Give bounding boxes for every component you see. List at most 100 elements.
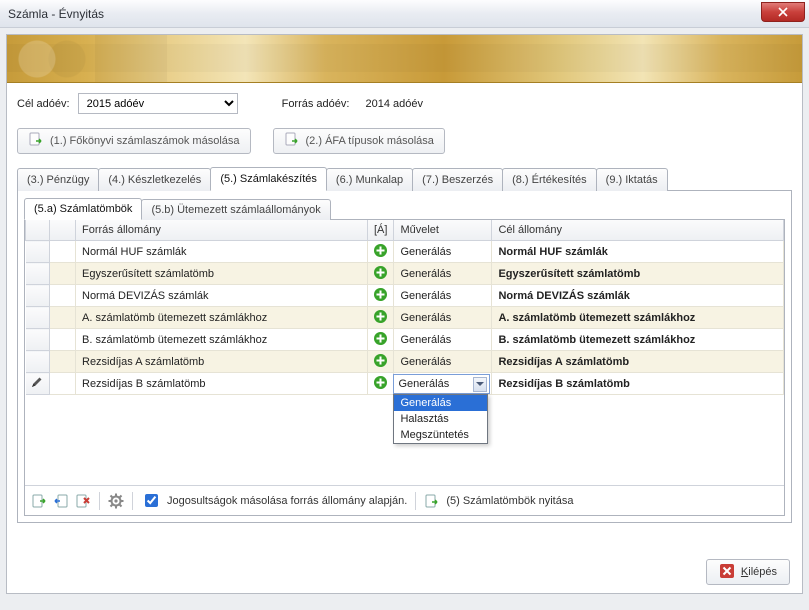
copy-gl-accounts-button[interactable]: (1.) Főkönyvi számlaszámok másolása (17, 128, 251, 154)
cell-blank (50, 307, 76, 329)
main-tabstrip: (3.) Pénzügy (4.) Készletkezelés (5.) Sz… (17, 166, 792, 191)
cell-forras[interactable]: B. számlatömb ütemezett számlákhoz (76, 329, 368, 351)
close-icon (778, 7, 788, 17)
plus-icon (373, 331, 388, 346)
forras-adoev-value: 2014 adóév (365, 98, 423, 110)
window-close-button[interactable] (761, 2, 805, 22)
dropdown-option[interactable]: Megszüntetés (394, 427, 487, 443)
tab-munkalap[interactable]: (6.) Munkalap (326, 168, 413, 191)
separator (415, 492, 416, 510)
plus-icon (373, 243, 388, 258)
row-indicator (26, 285, 50, 307)
rights-label: Jogosultságok másolása forrás állomány a… (167, 495, 407, 507)
grid-header-blank[interactable] (50, 220, 76, 241)
sub-tabstrip: (5.a) Számlatömbök (5.b) Ütemezett száml… (24, 197, 785, 220)
open-blocks-icon[interactable] (424, 493, 440, 509)
cell-blank (50, 329, 76, 351)
exit-label: Kilépés (741, 566, 777, 578)
cell-cel[interactable]: B. számlatömb ütemezett számlákhoz (492, 329, 784, 351)
cell-muvelet[interactable]: Generálás (394, 263, 492, 285)
grid-header-cel[interactable]: Cél állomány (492, 220, 784, 241)
cell-forras[interactable]: A. számlatömb ütemezett számlákhoz (76, 307, 368, 329)
table-row[interactable]: Normál HUF számlákGenerálásNormál HUF sz… (26, 241, 784, 263)
cell-blank (50, 285, 76, 307)
plus-icon (373, 265, 388, 280)
table-row[interactable]: Rezsidíjas A számlatömbGenerálásRezsidíj… (26, 351, 784, 373)
delete-icon[interactable] (75, 493, 91, 509)
copy-vat-types-label: (2.) ÁFA típusok másolása (306, 135, 434, 147)
tab-keszletkezeles[interactable]: (4.) Készletkezelés (98, 168, 211, 191)
exit-button[interactable]: Kilépés (706, 559, 790, 585)
cell-muvelet[interactable]: GenerálásGenerálásHalasztásMegszüntetés (394, 373, 492, 395)
table-row[interactable]: A. számlatömb ütemezett számlákhozGenerá… (26, 307, 784, 329)
titlebar: Számla - Évnyitás (0, 0, 809, 28)
cell-a[interactable] (368, 307, 394, 329)
row-indicator (26, 263, 50, 285)
cell-a[interactable] (368, 285, 394, 307)
table-row[interactable]: Rezsidíjas B számlatömbGenerálásGenerálá… (26, 373, 784, 395)
cel-adoev-combo[interactable]: 2015 adóév (78, 93, 238, 114)
plus-icon (373, 287, 388, 302)
separator (99, 492, 100, 510)
cell-muvelet[interactable]: Generálás (394, 285, 492, 307)
cell-forras[interactable]: Rezsidíjas B számlatömb (76, 373, 368, 395)
muvelet-dropdown-list[interactable]: GenerálásHalasztásMegszüntetés (393, 394, 488, 444)
main-tab-body: (5.a) Számlatömbök (5.b) Ütemezett száml… (17, 191, 792, 523)
copy-buttons-row: (1.) Főkönyvi számlaszámok másolása (2.)… (17, 128, 792, 154)
grid-corner (26, 220, 50, 241)
cell-a[interactable] (368, 351, 394, 373)
open-blocks-label[interactable]: (5) Számlatömbök nyitása (446, 495, 573, 507)
pencil-icon (31, 379, 43, 391)
cell-forras[interactable]: Rezsidíjas A számlatömb (76, 351, 368, 373)
row-indicator (26, 307, 50, 329)
chevron-down-icon[interactable] (473, 377, 487, 392)
import-icon[interactable] (53, 493, 69, 509)
cell-forras[interactable]: Normál HUF számlák (76, 241, 368, 263)
dropdown-option[interactable]: Halasztás (394, 411, 487, 427)
muvelet-dropdown[interactable]: GenerálásGenerálásHalasztásMegszüntetés (393, 374, 490, 394)
footer: Kilépés (706, 559, 790, 585)
cell-cel[interactable]: Normál HUF számlák (492, 241, 784, 263)
row-indicator (26, 373, 50, 395)
export-icon[interactable] (31, 493, 47, 509)
cell-a[interactable] (368, 263, 394, 285)
cell-cel[interactable]: Normá DEVIZÁS számlák (492, 285, 784, 307)
copy-vat-types-button[interactable]: (2.) ÁFA típusok másolása (273, 128, 445, 154)
plus-icon (373, 353, 388, 368)
tab-iktatas[interactable]: (9.) Iktatás (596, 168, 668, 191)
cell-forras[interactable]: Egyszerűsített számlatömb (76, 263, 368, 285)
tab-szamlakeszites[interactable]: (5.) Számlakészítés (210, 167, 327, 191)
cell-a[interactable] (368, 241, 394, 263)
cell-a[interactable] (368, 329, 394, 351)
row-indicator (26, 241, 50, 263)
cell-blank (50, 373, 76, 395)
subtab-utemezett[interactable]: (5.b) Ütemezett számlaállományok (141, 199, 330, 220)
grid: Forrás állomány [Á] Művelet Cél állomány… (25, 220, 784, 485)
grid-header-muvelet[interactable]: Művelet (394, 220, 492, 241)
grid-header-forras[interactable]: Forrás állomány (76, 220, 368, 241)
tab-ertekesites[interactable]: (8.) Értékesítés (502, 168, 597, 191)
cell-cel[interactable]: Rezsidíjas B számlatömb (492, 373, 784, 395)
cell-muvelet[interactable]: Generálás (394, 351, 492, 373)
cell-forras[interactable]: Normá DEVIZÁS számlák (76, 285, 368, 307)
table-row[interactable]: B. számlatömb ütemezett számlákhozGenerá… (26, 329, 784, 351)
subtab-szamlatombok[interactable]: (5.a) Számlatömbök (24, 198, 142, 220)
cell-muvelet[interactable]: Generálás (394, 307, 492, 329)
cell-cel[interactable]: Rezsidíjas A számlatömb (492, 351, 784, 373)
table-row[interactable]: Egyszerűsített számlatömbGenerálásEgysze… (26, 263, 784, 285)
dropdown-option[interactable]: Generálás (394, 395, 487, 411)
table-row[interactable]: Normá DEVIZÁS számlákGenerálásNormá DEVI… (26, 285, 784, 307)
tab-beszerzes[interactable]: (7.) Beszerzés (412, 168, 503, 191)
rights-checkbox[interactable] (145, 494, 158, 507)
cell-blank (50, 241, 76, 263)
tab-penzugy[interactable]: (3.) Pénzügy (17, 168, 99, 191)
document-arrow-icon (284, 132, 300, 151)
cell-a[interactable] (368, 373, 394, 395)
cell-cel[interactable]: Egyszerűsített számlatömb (492, 263, 784, 285)
copy-gl-accounts-label: (1.) Főkönyvi számlaszámok másolása (50, 135, 240, 147)
cell-cel[interactable]: A. számlatömb ütemezett számlákhoz (492, 307, 784, 329)
gear-icon[interactable] (108, 493, 124, 509)
cell-muvelet[interactable]: Generálás (394, 241, 492, 263)
cell-muvelet[interactable]: Generálás (394, 329, 492, 351)
grid-header-a[interactable]: [Á] (368, 220, 394, 241)
